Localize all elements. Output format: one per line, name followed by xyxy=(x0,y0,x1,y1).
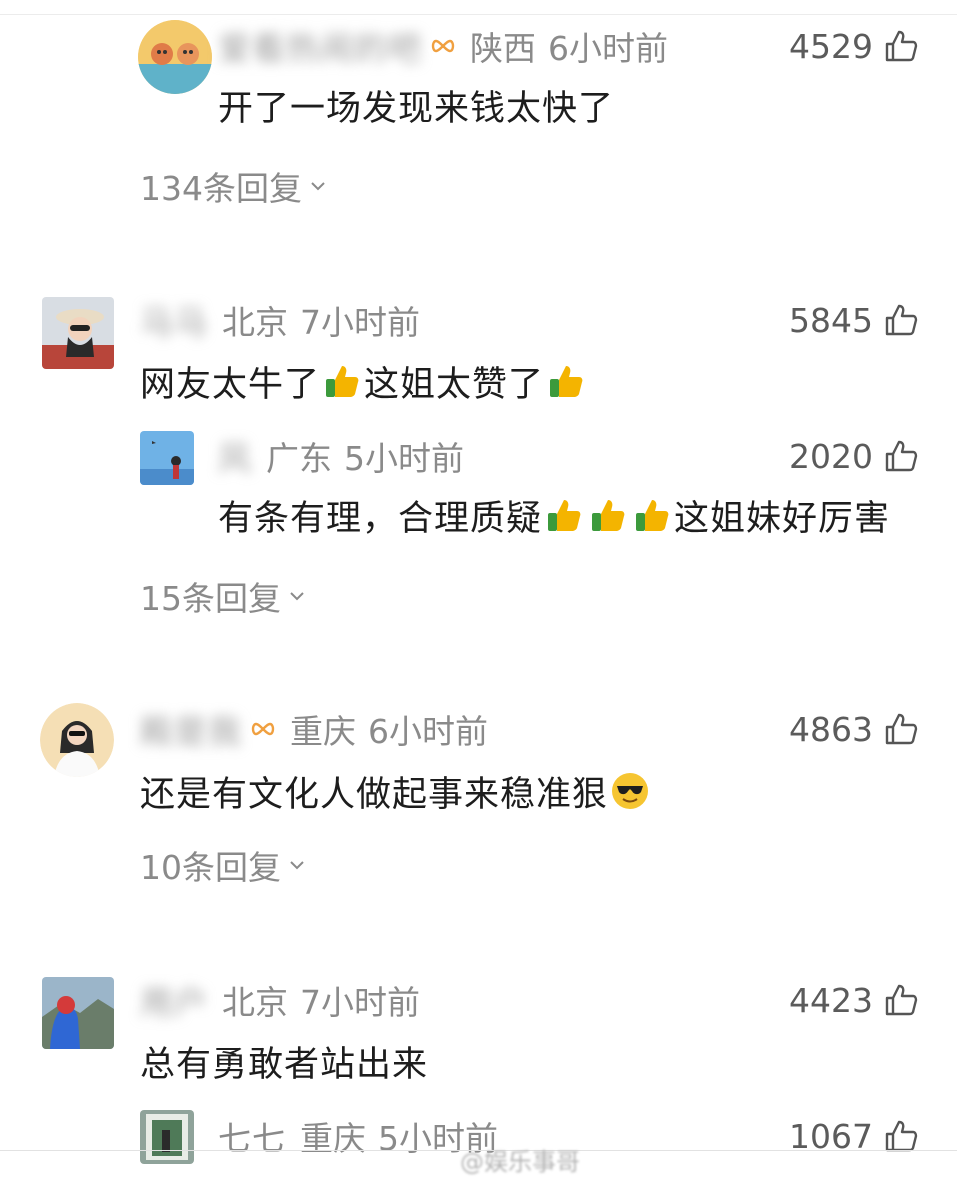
reply-text-part: 有条有理，合理质疑 xyxy=(218,498,543,539)
thumbs-up-emoji-icon xyxy=(632,495,672,535)
thumbs-up-outline-icon[interactable] xyxy=(883,302,919,338)
thumbs-up-outline-icon[interactable] xyxy=(883,1118,919,1154)
like-button[interactable]: 2020 xyxy=(789,434,919,478)
timestamp: 6小时前 xyxy=(548,29,668,68)
location: 陕西 xyxy=(470,29,536,68)
like-count: 5845 xyxy=(789,300,873,340)
replies-label: 15条回复 xyxy=(140,579,281,618)
view-replies-button[interactable]: 15条回复 xyxy=(140,574,307,618)
comment-text: 总有勇敢者站出来 xyxy=(140,1044,429,1085)
thumbs-up-emoji-icon xyxy=(546,361,586,401)
chevron-down-icon xyxy=(287,586,307,606)
reply-text: 有条有理，合理质疑 这姐妹好厉害 xyxy=(218,490,890,540)
location: 重庆 xyxy=(300,1119,366,1158)
thumbs-up-outline-icon[interactable] xyxy=(883,28,919,64)
comment-text: 网友太牛了 这姐太赞了 xyxy=(140,356,588,406)
username[interactable]: 风 xyxy=(218,432,252,480)
location: 北京 xyxy=(222,303,288,342)
chevron-down-icon xyxy=(287,855,307,875)
infinity-badge-icon xyxy=(430,33,456,59)
thumbs-up-emoji-icon xyxy=(322,361,362,401)
thumbs-up-emoji-icon xyxy=(544,495,584,535)
timestamp: 5小时前 xyxy=(344,439,464,478)
avatar[interactable] xyxy=(40,703,114,777)
location: 广东 xyxy=(266,439,332,478)
timestamp: 7小时前 xyxy=(300,303,420,342)
replies-label: 10条回复 xyxy=(140,848,281,887)
like-button[interactable]: 5845 xyxy=(789,298,919,342)
timestamp: 6小时前 xyxy=(368,712,488,751)
replies-label: 134条回复 xyxy=(140,169,302,208)
username[interactable]: 马马 xyxy=(140,296,208,344)
username[interactable]: 殿是我 xyxy=(140,705,242,753)
sunglasses-emoji-icon xyxy=(610,771,650,811)
thumbs-up-outline-icon[interactable] xyxy=(883,982,919,1018)
thumbs-up-emoji-icon xyxy=(588,495,628,535)
username[interactable]: 爱看热闹的吧 xyxy=(218,22,422,70)
avatar[interactable] xyxy=(138,20,212,94)
like-button[interactable]: 4529 xyxy=(789,24,919,68)
reply-avatar[interactable] xyxy=(140,1110,194,1164)
watermark: @娱乐事哥 xyxy=(460,1148,580,1176)
username[interactable]: 用户 xyxy=(140,976,208,1024)
location: 重庆 xyxy=(290,712,356,751)
like-count: 2020 xyxy=(789,436,873,476)
username[interactable]: 七七 xyxy=(218,1112,286,1160)
thumbs-up-outline-icon[interactable] xyxy=(883,438,919,474)
like-button[interactable]: 1067 xyxy=(789,1114,919,1158)
infinity-badge-icon xyxy=(250,716,276,742)
comment-text-part: 网友太牛了 xyxy=(140,364,321,405)
reply-text-part: 这姐妹好厉害 xyxy=(674,498,891,539)
view-replies-button[interactable]: 134条回复 xyxy=(140,164,328,208)
view-replies-button[interactable]: 10条回复 xyxy=(140,843,307,887)
thumbs-up-outline-icon[interactable] xyxy=(883,711,919,747)
reply-avatar[interactable] xyxy=(140,431,194,485)
top-divider xyxy=(0,14,957,15)
like-button[interactable]: 4423 xyxy=(789,978,919,1022)
avatar[interactable] xyxy=(42,297,114,369)
chevron-down-icon xyxy=(308,176,328,196)
like-count: 4423 xyxy=(789,980,873,1020)
avatar[interactable] xyxy=(42,977,114,1049)
timestamp: 7小时前 xyxy=(300,983,420,1022)
like-button[interactable]: 4863 xyxy=(789,707,919,751)
comment-text-part: 还是有文化人做起事来稳准狠 xyxy=(140,774,609,815)
comment-text: 还是有文化人做起事来稳准狠 xyxy=(140,766,652,816)
comment-text-part: 这姐太赞了 xyxy=(364,364,545,405)
location: 北京 xyxy=(222,983,288,1022)
comment-text: 开了一场发现来钱太快了 xyxy=(218,88,615,129)
like-count: 4529 xyxy=(789,26,873,66)
like-count: 4863 xyxy=(789,709,873,749)
